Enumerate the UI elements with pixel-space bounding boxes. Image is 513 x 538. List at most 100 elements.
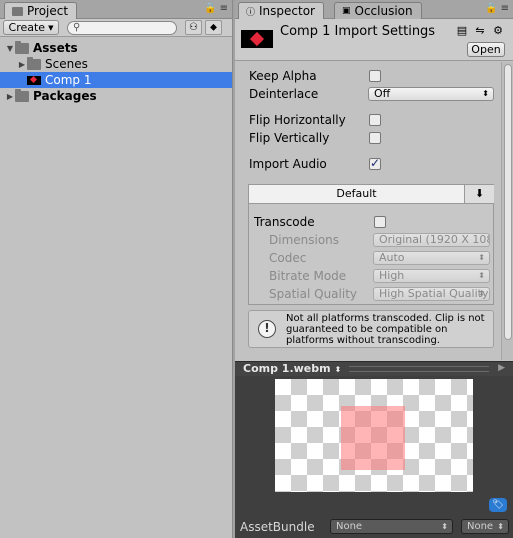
tree-item-assets[interactable]: ▼ Assets — [0, 40, 232, 56]
search-input[interactable]: ⚲ — [67, 21, 177, 35]
tab-project[interactable]: Project — [4, 2, 78, 19]
transcode-label: Transcode — [254, 215, 315, 229]
spatial-quality-select: High Spatial Quality ⬍ — [373, 287, 490, 301]
folder-icon — [15, 40, 29, 54]
tab-inspector-label: Inspector — [259, 4, 315, 18]
tree-item-packages[interactable]: ▶ Packages — [0, 88, 232, 104]
updown-arrow-icon: ⬍ — [478, 253, 485, 262]
project-tab-controls: 🔒 ≡ — [204, 3, 228, 14]
folder-icon — [12, 6, 23, 16]
updown-arrow-icon: ⬍ — [441, 522, 448, 531]
tab-occlusion-label: Occlusion — [354, 4, 413, 18]
inspector-scrollbar[interactable] — [501, 62, 513, 360]
asset-bundle-label: AssetBundle — [240, 520, 315, 534]
inspector-tabstrip: ⓘ Inspector ▣ Occlusion 🔒 ≡ — [235, 0, 513, 19]
codec-label: Codec — [269, 251, 307, 265]
keep-alpha-checkbox[interactable] — [369, 70, 381, 82]
platform-settings: Default ⬇ Transcode Dimensions Original … — [248, 184, 494, 305]
preview-title-text: Comp 1.webm — [243, 362, 331, 375]
scrollbar-thumb[interactable] — [504, 64, 512, 340]
deinterlace-select[interactable]: Off ⬍ — [368, 87, 494, 101]
tree-item-comp1[interactable]: Comp 1 — [0, 72, 232, 88]
warning-exclamation-icon: ! — [258, 320, 276, 338]
updown-arrow-icon: ⬍ — [482, 89, 489, 98]
dimensions-label: Dimensions — [269, 233, 340, 247]
page-title: Comp 1 Import Settings — [280, 24, 436, 39]
download-arrow-icon[interactable]: ⬇ — [464, 185, 494, 204]
keep-alpha-label: Keep Alpha — [249, 69, 317, 83]
filter-by-label-button[interactable]: ⬥ — [205, 20, 222, 35]
search-icon: ⚲ — [73, 22, 81, 33]
collapse-arrow-icon[interactable]: ▶ — [17, 60, 27, 69]
preview-content — [341, 406, 405, 470]
asset-bundle-variant-value: None — [467, 521, 494, 532]
bitrate-mode-label: Bitrate Mode — [269, 269, 347, 283]
folder-icon — [15, 88, 29, 102]
tab-occlusion[interactable]: ▣ Occlusion — [334, 2, 422, 19]
asset-bundle-name-select[interactable]: None ⬍ — [330, 519, 453, 534]
preview-header[interactable]: Comp 1.webm ⬍ ▶ — [235, 361, 513, 376]
dimensions-select: Original (1920 X 1080) — [373, 233, 490, 247]
deinterlace-value: Off — [374, 87, 391, 100]
filter-icon: ⚇ — [189, 22, 198, 33]
asset-thumbnail — [241, 30, 273, 48]
preview-image — [275, 379, 473, 492]
spatial-quality-label: Spatial Quality — [269, 287, 358, 301]
collapse-arrow-icon[interactable]: ▶ — [5, 92, 15, 101]
bitrate-mode-value: High — [379, 269, 405, 282]
transcode-checkbox[interactable] — [374, 216, 386, 228]
inspector-tab-controls: 🔒 ≡ — [485, 3, 509, 14]
transcode-warning-box: ! Not all platforms transcoded. Clip is … — [248, 310, 494, 348]
spatial-quality-value: High Spatial Quality — [379, 287, 489, 300]
deinterlace-label: Deinterlace — [249, 87, 319, 101]
tab-inspector[interactable]: ⓘ Inspector — [238, 2, 324, 19]
play-icon[interactable]: ▶ — [498, 363, 505, 373]
expand-arrow-icon[interactable]: ▼ — [5, 44, 15, 53]
occlusion-icon: ▣ — [342, 6, 351, 16]
preview-drag-handle[interactable] — [349, 366, 489, 372]
updown-arrow-icon: ⬍ — [497, 522, 504, 531]
label-icon: ⬥ — [210, 22, 217, 33]
video-clip-icon — [27, 75, 41, 85]
create-button[interactable]: Create ▼ — [3, 20, 59, 35]
gear-icon[interactable]: ⚙ — [491, 24, 505, 37]
project-panel: Project 🔒 ≡ Create ▼ ⚲ ⚇ ⬥ ▼ Assets ▶ Sc… — [0, 0, 233, 538]
menu-icon[interactable]: ≡ — [220, 3, 228, 14]
menu-icon[interactable]: ≡ — [501, 3, 509, 14]
asset-label-tag-icon[interactable]: 🏷 — [489, 498, 507, 512]
dimensions-value: Original (1920 X 1080) — [379, 233, 489, 246]
asset-bundle-bar: AssetBundle None ⬍ None ⬍ — [235, 516, 513, 538]
tree-item-scenes[interactable]: ▶ Scenes — [0, 56, 232, 72]
header-icons: ▤ ⇋ ⚙ — [455, 24, 505, 37]
open-button[interactable]: Open — [467, 42, 505, 57]
flip-horizontally-label: Flip Horizontally — [249, 113, 346, 127]
project-tabstrip: Project 🔒 ≡ — [0, 0, 232, 19]
preview-title[interactable]: Comp 1.webm ⬍ — [243, 362, 341, 375]
bitrate-mode-select: High ⬍ — [373, 269, 490, 283]
asset-bundle-variant-select[interactable]: None ⬍ — [461, 519, 509, 534]
inspector-panel: ⓘ Inspector ▣ Occlusion 🔒 ≡ Comp 1 Impor… — [235, 0, 513, 538]
updown-arrow-icon: ⬍ — [478, 289, 485, 298]
project-toolbar: Create ▼ ⚲ ⚇ ⬥ — [0, 19, 232, 37]
project-tree: ▼ Assets ▶ Scenes Comp 1 ▶ Packages — [0, 40, 232, 104]
asset-bundle-name-value: None — [336, 521, 363, 532]
filter-by-type-button[interactable]: ⚇ — [185, 20, 202, 35]
lock-icon[interactable]: 🔒 — [485, 3, 497, 14]
codec-select: Auto ⬍ — [373, 251, 490, 265]
lock-icon[interactable]: 🔒 — [204, 3, 216, 14]
tab-default-platform[interactable]: Default — [249, 185, 464, 204]
preview-area: 🏷 — [235, 376, 513, 516]
import-audio-checkbox[interactable] — [369, 156, 381, 170]
inspector-header: Comp 1 Import Settings ▤ ⇋ ⚙ Open — [235, 19, 513, 61]
tree-item-label: Assets — [33, 41, 78, 55]
flip-horizontally-checkbox[interactable] — [369, 114, 381, 126]
transcode-warning-text: Not all platforms transcoded. Clip is no… — [286, 313, 485, 346]
caret-down-icon: ▼ — [48, 23, 54, 32]
tab-project-label: Project — [27, 4, 69, 18]
create-button-label: Create — [8, 21, 46, 34]
preset-sliders-icon[interactable]: ⇋ — [473, 24, 487, 37]
folder-icon — [27, 56, 41, 70]
help-book-icon[interactable]: ▤ — [455, 24, 469, 37]
flip-vertically-checkbox[interactable] — [369, 132, 381, 144]
updown-arrow-icon: ⬍ — [334, 365, 342, 374]
